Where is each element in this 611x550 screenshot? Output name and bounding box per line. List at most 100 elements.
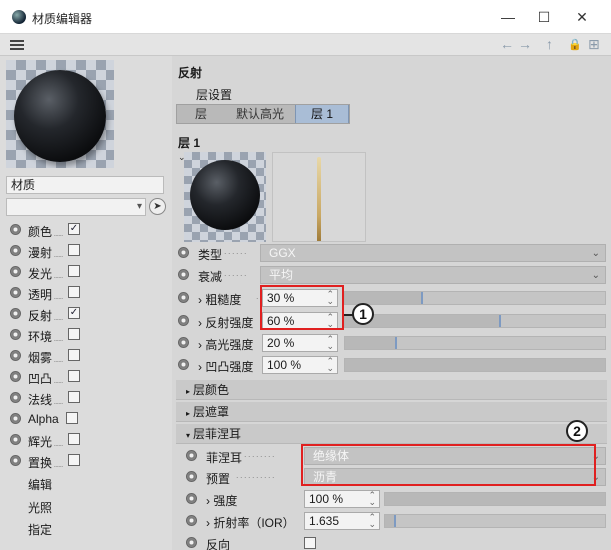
ior-input[interactable]: 1.635 ⌃ ⌄ <box>304 512 380 530</box>
channel-checkbox[interactable] <box>68 433 80 445</box>
channel-checkbox[interactable] <box>68 265 80 277</box>
ior-label: › 折射率（IOR） <box>206 514 295 531</box>
bump-strength-input[interactable]: 100 % ⌃ ⌄ <box>262 356 338 374</box>
spinner-icon[interactable]: ⌃ ⌄ <box>326 357 334 373</box>
row-specular-strength: › 高光强度 20 % ⌃ ⌄ <box>172 332 611 354</box>
channel-diffusion[interactable]: 漫射 <box>8 241 168 261</box>
item-editor[interactable]: 编辑 <box>28 476 52 493</box>
ior-text: 折射率（IOR） <box>213 516 295 530</box>
up-arrow-icon[interactable]: ↑ <box>546 36 553 52</box>
channel-bump[interactable]: 凹凸 <box>8 367 168 387</box>
item-assignment[interactable]: 指定 <box>28 521 52 538</box>
radio-icon <box>10 266 21 277</box>
radio-icon[interactable] <box>178 292 189 303</box>
radio-icon <box>10 308 21 319</box>
expand-arrow: › <box>198 316 202 330</box>
lock-icon[interactable]: 🔒 <box>568 38 582 51</box>
minimize-button[interactable]: — <box>494 6 522 28</box>
radio-icon[interactable] <box>186 537 197 548</box>
roughness-slider[interactable] <box>344 291 606 305</box>
channel-alpha[interactable]: Alpha <box>8 409 168 429</box>
close-button[interactable]: ✕ <box>568 6 596 28</box>
spinner-icon[interactable]: ⌃ ⌄ <box>368 491 376 507</box>
radio-icon[interactable] <box>178 269 189 280</box>
channel-luminance[interactable]: 发光 <box>8 262 168 282</box>
hamburger-icon[interactable] <box>10 40 24 50</box>
spinner-icon[interactable]: ⌃ ⌄ <box>368 513 376 529</box>
radio-icon[interactable] <box>186 515 197 526</box>
channel-label: 烟雾 <box>28 349 63 366</box>
expand-arrow: › <box>198 360 202 374</box>
forward-arrow-icon[interactable]: → <box>518 36 532 52</box>
triangle-right-icon: ▸ <box>186 409 191 418</box>
channel-environment[interactable]: 环境 <box>8 325 168 345</box>
channel-checkbox[interactable] <box>68 391 80 403</box>
type-select[interactable]: GGX ⌄ <box>260 244 606 262</box>
highlight-box-1 <box>260 285 344 330</box>
tab-default-specular[interactable]: 默认高光 <box>225 105 295 123</box>
channel-color[interactable]: 颜色 ✓ <box>8 220 168 240</box>
radio-icon[interactable] <box>186 450 197 461</box>
channel-checkbox[interactable] <box>68 454 80 466</box>
radio-icon <box>10 371 21 382</box>
invert-checkbox[interactable] <box>304 537 316 549</box>
new-window-icon[interactable]: ⊞ <box>588 36 600 53</box>
strength-input[interactable]: 100 % ⌃ ⌄ <box>304 490 380 508</box>
dots: . . . . . . <box>224 246 247 256</box>
channel-label: 法线 <box>28 391 63 408</box>
specular-strength-slider[interactable] <box>344 336 606 350</box>
channel-checkbox[interactable] <box>66 412 78 424</box>
strength-slider[interactable] <box>384 492 606 506</box>
radio-icon[interactable] <box>186 471 197 482</box>
channel-label: Alpha <box>28 412 59 426</box>
channel-transparency[interactable]: 透明 <box>8 283 168 303</box>
tab-layer-1[interactable]: 层 1 <box>295 105 349 123</box>
channel-checkbox[interactable]: ✓ <box>68 307 80 319</box>
subsection-layer-fresnel[interactable]: ▾ 层菲涅耳 <box>176 424 607 444</box>
bump-strength-slider[interactable] <box>344 358 606 372</box>
channel-checkbox[interactable]: ✓ <box>68 223 80 235</box>
spinner-icon[interactable]: ⌃ ⌄ <box>326 335 334 351</box>
window-title: 材质编辑器 <box>32 12 93 26</box>
slider-fill <box>345 292 423 304</box>
channel-label: 环境 <box>28 328 63 345</box>
material-dropdown[interactable]: ▾ <box>6 198 146 216</box>
ior-slider[interactable] <box>384 514 606 528</box>
attenuation-select[interactable]: 平均 ⌄ <box>260 266 606 284</box>
channel-fog[interactable]: 烟雾 <box>8 346 168 366</box>
channel-displacement[interactable]: 置换 <box>8 451 168 471</box>
tab-layers[interactable]: 层 <box>177 105 225 123</box>
radio-icon[interactable] <box>178 315 189 326</box>
material-sphere <box>14 70 106 162</box>
subsection-layer-color[interactable]: ▸ 层颜色 <box>176 380 607 400</box>
channel-reflectance[interactable]: 反射 ✓ <box>8 304 168 324</box>
layer-preview <box>184 152 266 242</box>
channel-label: 透明 <box>28 286 63 303</box>
reflect-strength-slider[interactable] <box>344 314 606 328</box>
material-preview[interactable] <box>6 60 114 168</box>
channel-normal[interactable]: 法线 <box>8 388 168 408</box>
channel-checkbox[interactable] <box>68 286 80 298</box>
bump-strength-text: 凹凸强度 <box>205 360 254 374</box>
strength-value: 100 % <box>309 492 344 506</box>
channel-checkbox[interactable] <box>68 370 80 382</box>
row-bump-strength: › 凹凸强度 100 % ⌃ ⌄ <box>172 354 611 376</box>
radio-icon[interactable] <box>178 247 189 258</box>
radio-icon[interactable] <box>178 337 189 348</box>
slider-fill <box>345 337 397 349</box>
channel-checkbox[interactable] <box>68 328 80 340</box>
subsection-layer-mask[interactable]: ▸ 层遮罩 <box>176 402 607 422</box>
item-illumination[interactable]: 光照 <box>28 499 52 516</box>
radio-icon <box>10 392 21 403</box>
back-arrow-icon[interactable]: ← <box>500 36 514 52</box>
reflect-strength-label: › 反射强度 <box>198 314 253 331</box>
channel-checkbox[interactable] <box>68 349 80 361</box>
channel-glow[interactable]: 辉光 <box>8 430 168 450</box>
material-name-field[interactable]: 材质 <box>6 176 164 194</box>
radio-icon[interactable] <box>178 359 189 370</box>
picker-arrow-icon[interactable]: ➤ <box>149 198 166 215</box>
maximize-button[interactable]: ☐ <box>530 6 558 28</box>
channel-checkbox[interactable] <box>68 244 80 256</box>
specular-strength-input[interactable]: 20 % ⌃ ⌄ <box>262 334 338 352</box>
radio-icon[interactable] <box>186 493 197 504</box>
